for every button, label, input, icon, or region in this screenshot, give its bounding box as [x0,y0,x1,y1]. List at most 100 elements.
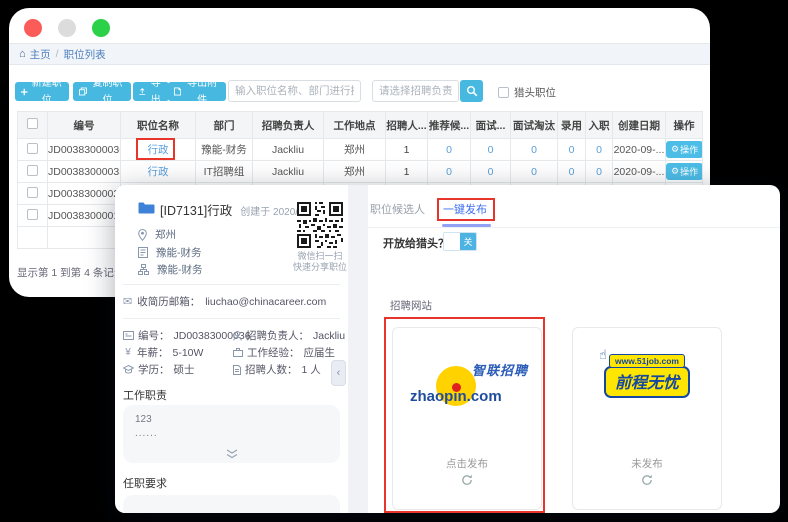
table-row: JD00383000036行政豫能-财务Jackliu郑州1000002020-… [18,139,703,161]
breadcrumb-home-link[interactable]: 主页 [30,47,51,62]
breadcrumb: ⌂ 主页 / 职位列表 [9,43,710,65]
headhunt-toggle[interactable]: 关 [443,232,477,251]
column-header: 工作地点 [324,112,386,139]
51job-url-ribbon: ☝ www.51job.com [609,354,685,368]
stage-count: 1 [404,166,410,178]
document-icon [233,365,241,375]
table-cell: JD00383000025 [48,183,121,205]
export-icon [139,87,146,96]
copy-job-button[interactable]: 复制职位 [73,82,131,101]
job-detail-panel: [ID7131]行政创建于 2020/09 [115,185,780,513]
column-header: 创建日期 [613,112,666,139]
department-icon [138,247,148,258]
headhunt-checkbox[interactable] [498,87,509,98]
job-department: 豫能-财务 [138,245,202,260]
column-header: 操作 [666,112,703,139]
select-all-header [18,112,48,139]
detail-tabs [368,185,780,228]
table-cell: 2020-09-... [613,139,666,161]
table-cell: 0 [511,161,558,183]
field-salary: ¥ 年薪：5-10W [123,345,203,360]
table-cell [48,227,121,249]
table-cell [18,161,48,183]
search-button[interactable] [460,80,483,102]
table-cell: ⚙操作 [666,139,703,161]
stage-count[interactable]: 0 [446,144,452,156]
duty-text-line2: ...... [135,428,158,439]
table-cell: 0 [471,161,511,183]
stage-count[interactable]: 0 [488,166,494,178]
refresh-icon[interactable] [461,474,473,486]
table-cell: 行政 [121,139,196,161]
traffic-light-zoom-button[interactable] [92,19,110,37]
collapse-panel-button[interactable]: ‹ [331,360,346,386]
divider [123,284,340,285]
person-icon [233,331,242,341]
job-name-link[interactable]: 行政 [148,166,169,178]
site-card-zhaopin[interactable]: 智联招聘 zhaopin.com 点击发布 [392,327,542,510]
row-actions-button[interactable]: ⚙操作 [666,141,703,158]
table-cell: 0 [558,161,586,183]
row-checkbox[interactable] [27,209,38,220]
stage-count[interactable]: 0 [569,166,575,178]
org-chart-icon [138,264,149,275]
stage-count[interactable]: 0 [569,144,575,156]
panel-divider [348,185,368,513]
table-cell: JD00383000019 [48,205,121,227]
tab-candidates[interactable]: 职位候选人 [370,201,425,217]
site-card-51job[interactable]: ☝ www.51job.com 前程无忧 未发布 [572,327,722,510]
51job-publish-status: 未发布 [573,456,721,471]
export-button[interactable]: 导出 [133,82,169,101]
location-pin-icon [138,229,147,241]
table-cell [18,183,48,205]
table-cell: 郑州 [324,161,386,183]
row-checkbox[interactable] [27,187,38,198]
chevron-left-icon: ‹ [337,367,341,379]
headhunt-filter: 猎头职位 [498,85,556,100]
home-icon: ⌂ [19,48,26,60]
row-checkbox[interactable] [27,143,38,154]
search-input[interactable] [228,80,361,102]
column-header: 编号 [48,112,121,139]
row-checkbox[interactable] [27,165,38,176]
table-cell: 2020-09-... [613,161,666,183]
table-header-row: 编号职位名称部门招聘负责人工作地点招聘人...推荐候...面试...面试淘汰录用… [18,112,703,139]
traffic-light-minimize-button[interactable] [58,19,76,37]
hand-icon: ☝ [599,347,607,363]
traffic-light-close-button[interactable] [24,19,42,37]
expand-chevron-icon[interactable] [225,449,239,459]
export-attachments-button[interactable]: 导出附件 [168,82,226,101]
refresh-icon[interactable] [641,474,653,486]
tab-one-click-publish[interactable]: 一键发布 [443,201,487,217]
row-actions-button[interactable]: ⚙操作 [666,163,703,180]
divider [123,318,340,319]
copy-icon [79,87,87,96]
briefcase-icon [233,348,243,357]
stage-count[interactable]: 0 [596,166,602,178]
zhaopin-publish-status[interactable]: 点击发布 [393,456,541,471]
requirements-section-title: 任职要求 [123,475,167,491]
column-header: 录用 [558,112,586,139]
stage-count[interactable]: 0 [488,144,494,156]
column-header: 招聘人... [386,112,428,139]
active-tab-underline [442,224,491,227]
owner-select[interactable] [372,80,459,102]
graduation-cap-icon [123,365,134,374]
field-experience: 工作经验：应届生 [233,345,335,360]
table-cell: JD00383000036 [48,139,121,161]
select-all-checkbox[interactable] [27,118,38,129]
stage-count[interactable]: 0 [531,166,537,178]
job-name-link[interactable]: 行政 [148,144,169,156]
zhaopin-dot-icon [452,383,461,392]
screenshot-stage: ⌂ 主页 / 职位列表 新建职位 复制职位 导出 导出附件 [0,0,788,522]
stage-count[interactable]: 0 [596,144,602,156]
stage-count[interactable]: 0 [531,144,537,156]
column-header: 入职 [586,112,613,139]
column-header: 面试淘汰 [511,112,558,139]
table-cell: JD00383000035 [48,161,121,183]
table-cell: 1 [386,139,428,161]
stage-count[interactable]: 0 [446,166,452,178]
mail-icon: ✉ [123,295,132,308]
recruiting-sites-label: 招聘网站 [390,298,432,313]
new-job-button[interactable]: 新建职位 [15,82,69,101]
